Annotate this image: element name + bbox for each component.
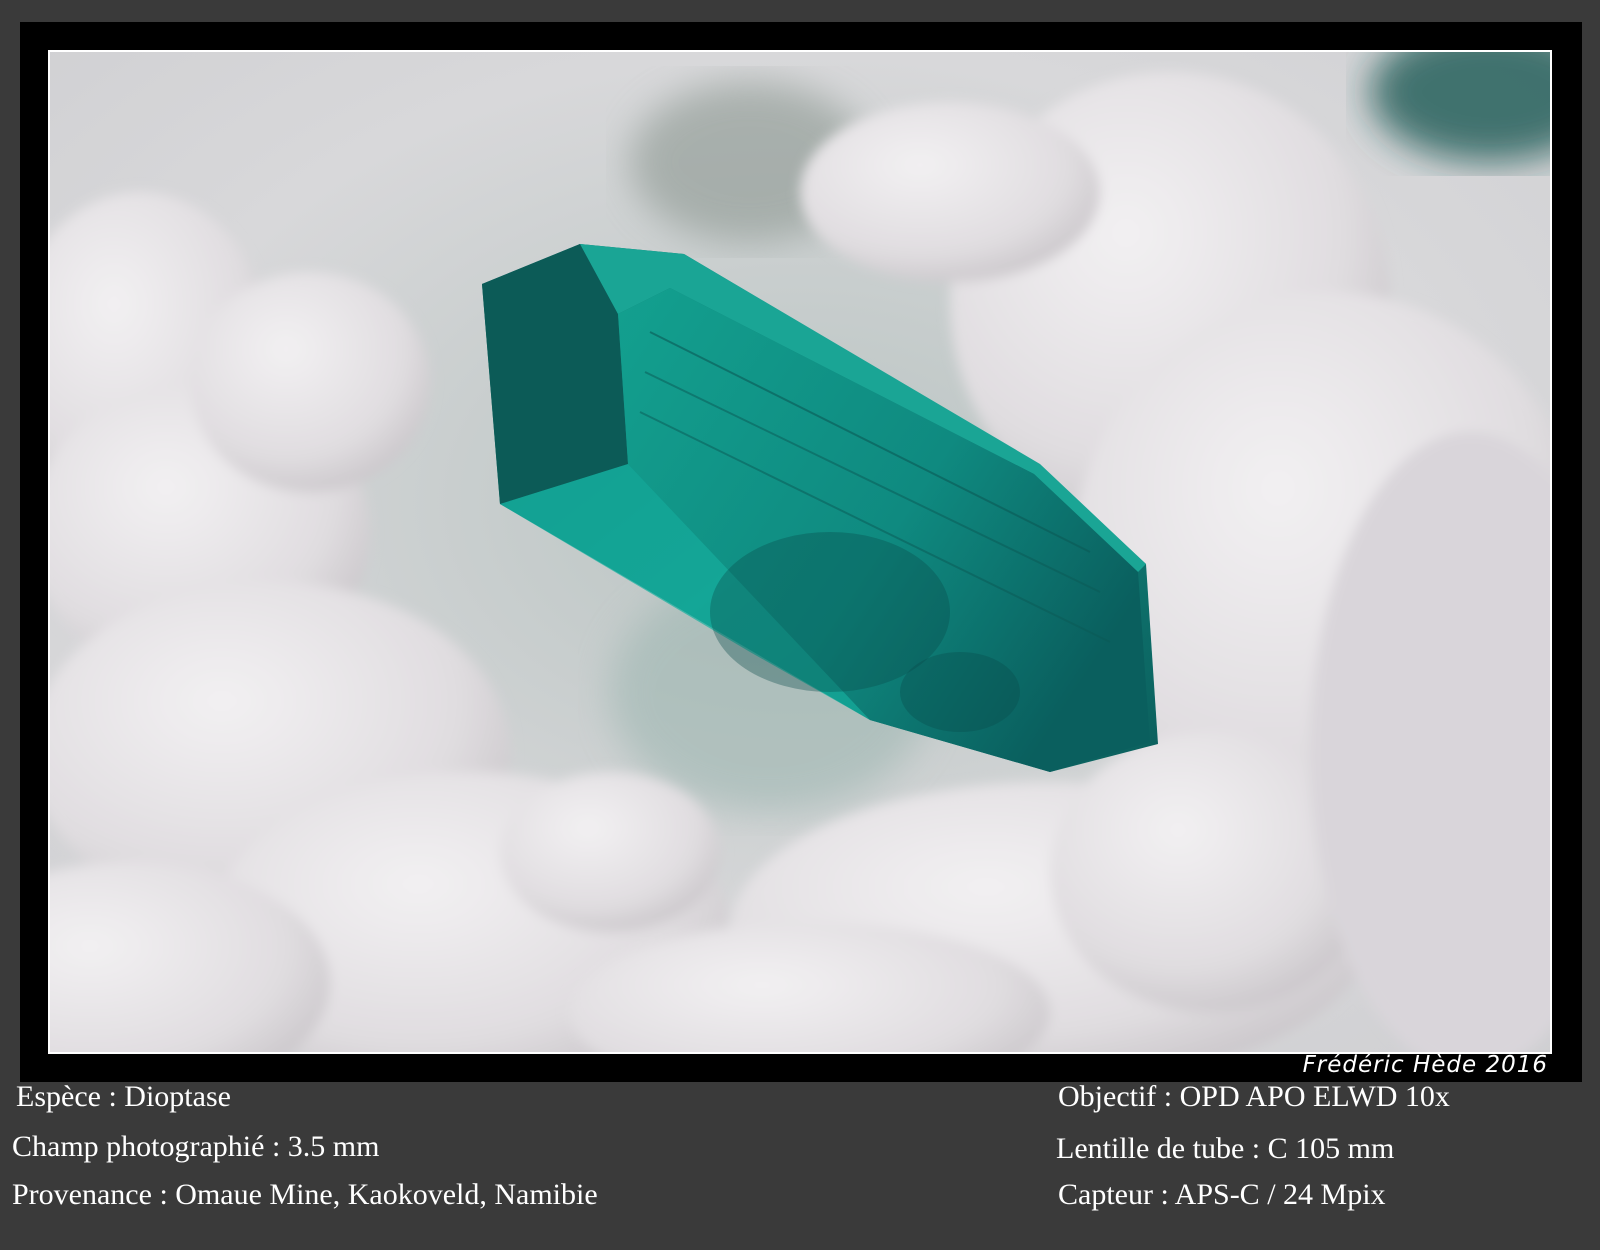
tube-lens-value: C 105 mm [1267,1132,1395,1165]
sensor-value: APS-C / 24 Mpix [1174,1178,1386,1211]
tube-lens-label: Lentille de tube [1056,1132,1245,1165]
photo-frame: Frédéric Hède 2016 [20,22,1582,1082]
dioptase-crystal-image [50,52,1550,1052]
field-caption: Champ photographié : 3.5 mm [12,1130,380,1163]
sensor-caption: Capteur : APS-C / 24 Mpix [1058,1178,1386,1211]
photographer-signature: Frédéric Hède 2016 [1302,1052,1548,1078]
tube-lens-caption: Lentille de tube : C 105 mm [1056,1132,1395,1165]
locality-caption: Provenance : Omaue Mine, Kaokoveld, Nami… [12,1178,598,1211]
species-value: Dioptase [124,1080,231,1113]
locality-value: Omaue Mine, Kaokoveld, Namibie [175,1178,598,1211]
locality-label: Provenance [12,1178,152,1211]
species-caption: Espèce : Dioptase [16,1080,231,1113]
mineral-photograph [48,50,1552,1054]
objective-caption: Objectif : OPD APO ELWD 10x [1058,1080,1450,1113]
objective-label: Objectif [1058,1080,1157,1113]
objective-value: OPD APO ELWD 10x [1179,1080,1450,1113]
species-label: Espèce [16,1080,101,1113]
field-label: Champ photographié [12,1130,265,1163]
sensor-label: Capteur [1058,1178,1153,1211]
field-value: 3.5 mm [287,1130,380,1163]
